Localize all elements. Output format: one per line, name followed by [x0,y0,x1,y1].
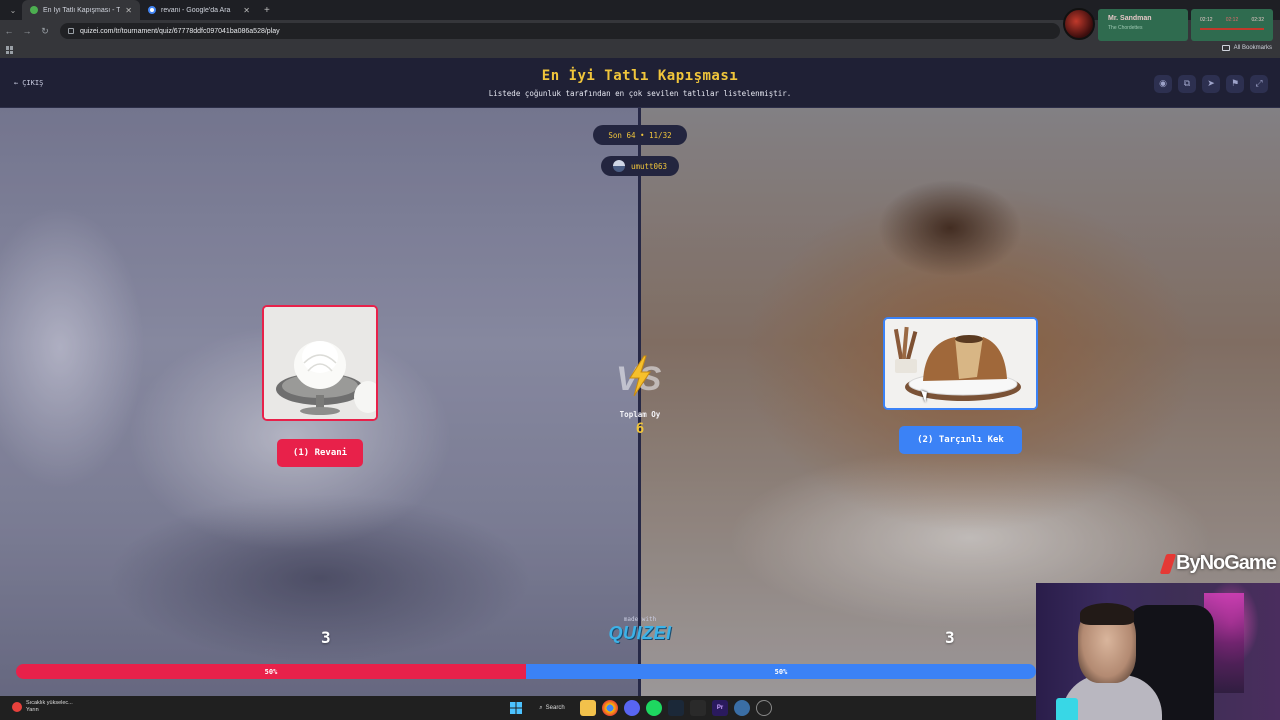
tab-label: En İyi Tatlı Kapışması - Tier List [43,6,121,14]
time-mid: 02:12 [1225,17,1239,23]
page-subtitle: Listede çoğunluk tarafından en çok sevil… [488,89,792,98]
vote-left-button[interactable]: (1) Revani [277,439,363,467]
taskbar-search-button[interactable]: ⌕ Search [530,700,574,716]
new-tab-icon[interactable]: + [264,5,270,16]
premiere-pro-icon[interactable]: Pr [712,700,728,716]
windows-start-icon[interactable] [508,700,524,716]
left-option-label: (1) Revani [292,448,348,458]
webcam-overlay [1036,583,1280,720]
tab-search-chevron-icon[interactable]: ⌄ [4,3,22,17]
fullscreen-icon[interactable]: ⤢ [1250,75,1268,93]
time-total: 02:32 [1251,17,1264,23]
avatar [612,160,625,172]
send-icon[interactable]: ➤ [1202,75,1220,93]
total-votes-label: Toplam Oy [619,410,661,419]
folder-icon [1221,45,1230,51]
song-artist: The Chordettes [1108,25,1143,31]
back-icon[interactable]: ← [0,26,18,36]
center-divider [638,108,641,696]
quiz-header: ← ÇIKIŞ En İyi Tatlı Kapışması Listede ç… [0,58,1280,108]
now-playing-progress: 02:12 02:12 02:32 [1191,9,1273,41]
close-tab-icon[interactable]: ✕ [125,6,132,15]
search-label: Search [545,705,565,711]
vote-split-bar: 50% 50% [16,664,1036,679]
all-bookmarks-button[interactable]: All Bookmarks [1221,45,1272,51]
bynogame-logo-icon [1159,553,1177,574]
left-vote-bar: 50% [16,664,526,679]
browser-tab[interactable]: revani - Google'da Ara ✕ [140,0,258,20]
windows-taskbar: Sıcaklık yükselec... Yarın ⌕ Search Pr [0,696,1036,720]
apps-grid-icon[interactable] [6,46,14,54]
epic-games-icon[interactable] [690,700,706,716]
total-votes-value: 6 [635,421,645,437]
left-vote-count: 3 [321,628,331,647]
revani-image [264,307,376,419]
cinnamon-cake-image [885,319,1036,408]
left-percent-label: 50% [264,667,278,676]
obs-icon[interactable] [756,700,772,716]
google-favicon-icon [148,6,156,14]
tab-label: revani - Google'da Ara [161,6,231,14]
round-text: Son 64 • 11/32 [608,130,672,140]
right-percent-label: 50% [774,667,788,676]
taskbar-apps: ⌕ Search Pr [508,700,772,716]
spotify-icon[interactable] [646,700,662,716]
right-vote-bar: 50% [526,664,1036,679]
weather-icon [12,702,22,713]
reload-icon[interactable]: ↻ [36,26,54,37]
right-vote-count: 3 [945,628,955,647]
url-field[interactable]: quizei.com/tr/tournament/quiz/67778ddfc0… [60,23,1060,39]
close-tab-icon[interactable]: ✕ [243,6,250,15]
eye-icon[interactable]: ◉ [1154,75,1172,93]
weather-widget[interactable]: Sıcaklık yükselec... Yarın [12,700,73,714]
all-bookmarks-label: All Bookmarks [1233,45,1272,51]
round-badge: Son 64 • 11/32 [593,125,687,145]
cup [1056,698,1078,720]
file-explorer-icon[interactable] [580,700,596,716]
bookmarks-bar: All Bookmarks [0,42,1280,58]
song-progress-bar [1200,28,1264,30]
url-text: quizei.com/tr/tournament/quiz/67778ddfc0… [80,27,280,35]
site-info-icon[interactable] [68,28,74,34]
header-actions: ◉ ⧉ ➤ ⚑ ⤢ [1154,75,1268,93]
right-option-image[interactable] [883,317,1038,410]
flag-icon[interactable]: ⚑ [1226,75,1244,93]
time-elapsed: 02:12 [1200,17,1213,23]
tab-favicon-icon [30,6,38,14]
bynogame-watermark: ByNoGame [1159,552,1277,575]
chrome-icon[interactable] [602,700,618,716]
weather-line2: Yarın [26,707,39,714]
discord-icon[interactable] [624,700,640,716]
app-icon[interactable] [734,700,750,716]
search-icon: ⌕ [539,704,543,711]
left-option-image[interactable] [262,305,378,421]
watermark-text: ByNoGame [1176,552,1277,574]
song-title: Mr. Sandman [1108,15,1152,22]
now-playing-song: Mr. Sandman The Chordettes [1098,9,1188,41]
steam-icon[interactable] [668,700,684,716]
versus-lightning-icon: VS [616,355,662,398]
page-title: En İyi Tatlı Kapışması [541,68,739,84]
share-icon[interactable]: ⧉ [1178,75,1196,93]
forward-icon[interactable]: → [18,26,36,36]
weather-line1: Sıcaklık yükselec... [26,700,73,706]
browser-tab-active[interactable]: En İyi Tatlı Kapışması - Tier List ✕ [22,0,140,20]
user-badge: umutt063 [601,156,679,176]
streamer-hair [1080,603,1134,625]
username: umutt063 [630,161,668,171]
now-playing-album-art [1063,8,1095,40]
